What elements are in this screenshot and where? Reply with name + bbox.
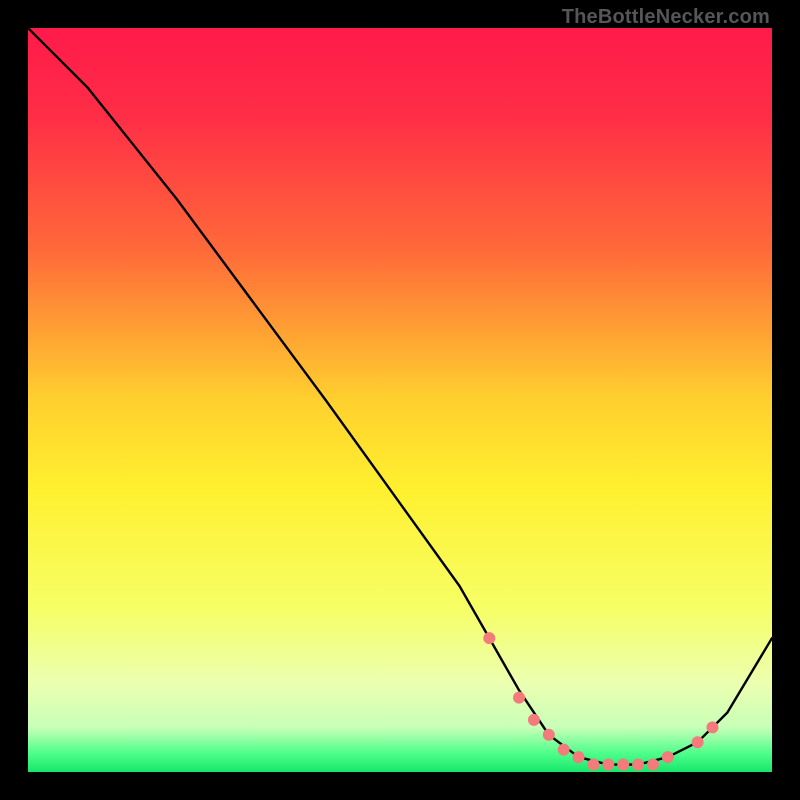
marker-dot: [647, 759, 659, 771]
marker-dot: [573, 751, 585, 763]
marker-dot: [692, 736, 704, 748]
marker-dot: [617, 759, 629, 771]
marker-dot: [543, 729, 555, 741]
marker-dot: [587, 759, 599, 771]
marker-dot: [706, 721, 718, 733]
chart-svg: [28, 28, 772, 772]
gradient-background: [28, 28, 772, 772]
marker-dot: [662, 751, 674, 763]
plot-area: [28, 28, 772, 772]
marker-dot: [528, 714, 540, 726]
marker-dot: [513, 692, 525, 704]
watermark-text: TheBottleNecker.com: [562, 6, 770, 29]
marker-dot: [558, 744, 570, 756]
marker-dot: [632, 759, 644, 771]
marker-dot: [483, 632, 495, 644]
chart-frame: TheBottleNecker.com: [0, 0, 800, 800]
marker-dot: [602, 759, 614, 771]
